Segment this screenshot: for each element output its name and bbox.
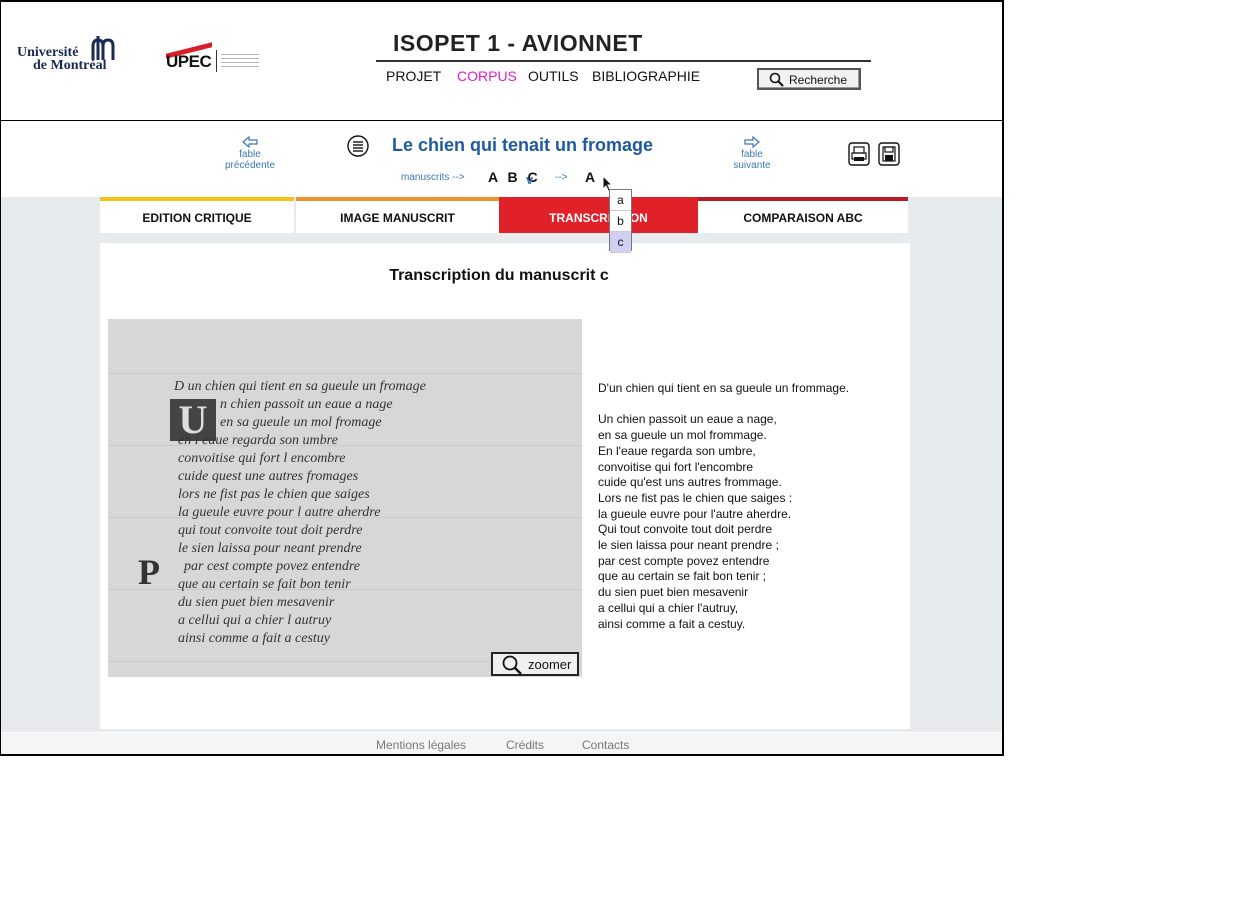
transcript-line: le sien laissa pour neant prendre ; bbox=[598, 538, 779, 553]
manuscript-line: ainsi comme a fait a cestuy bbox=[178, 631, 331, 646]
next-fable-link[interactable]: fable suivante bbox=[723, 136, 781, 171]
upec-logo-subtext bbox=[221, 54, 259, 70]
search-icon bbox=[769, 72, 784, 87]
dropdown-option-b[interactable]: b bbox=[610, 211, 631, 232]
manuscript-line: la gueule euvre pour l autre aherdre bbox=[178, 505, 381, 520]
transcript-line: ainsi comme a fait a cestuy. bbox=[598, 616, 746, 631]
upec-logo[interactable]: UPEC bbox=[166, 40, 261, 76]
site-title: ISOPET 1 - AVIONNET bbox=[393, 30, 643, 56]
footer-contacts[interactable]: Contacts bbox=[582, 738, 629, 752]
nav-bibliographie[interactable]: BIBLIOGRAPHIE bbox=[592, 68, 700, 84]
manuscript-line: D un chien qui tient en sa gueule un fro… bbox=[174, 379, 426, 394]
transcript-line: la gueule euvre pour l'autre aherdre. bbox=[598, 506, 792, 521]
tab-edition-critique[interactable]: EDITION CRITIQUE bbox=[100, 197, 294, 233]
footer-mentions-legales[interactable]: Mentions légales bbox=[376, 738, 466, 752]
save-icon[interactable] bbox=[878, 142, 900, 166]
previous-fable-link[interactable]: fable précédente bbox=[215, 136, 285, 171]
transcript-line: en sa gueule un mol frommage. bbox=[598, 428, 767, 443]
transcription-panel: Transcription du manuscrit c U P D un ch… bbox=[100, 243, 910, 729]
print-icon[interactable] bbox=[848, 142, 870, 166]
manuscript-chevron[interactable]: v bbox=[526, 172, 533, 187]
manuscript-arrow: --> bbox=[555, 172, 568, 183]
manuscript-line: que au certain se fait bon tenir bbox=[178, 577, 351, 592]
transcript-line: Lors ne fist pas le chien que saiges : bbox=[598, 490, 793, 505]
upec-logo-text: UPEC bbox=[166, 52, 212, 71]
transcript-line: a cellui qui a chier l'autruy, bbox=[598, 600, 739, 615]
manuscript-dropdown: a b c bbox=[609, 189, 632, 253]
manuscript-line: par cest compte povez entendre bbox=[184, 559, 360, 574]
manuscript-line: n chien passoit un eaue a nage bbox=[220, 397, 393, 412]
manuscript-image[interactable]: U P D un chien qui tient en sa gueule un… bbox=[108, 319, 582, 677]
tab-comparaison-abc[interactable]: COMPARAISON ABC bbox=[698, 197, 908, 233]
illuminated-initial-p: P bbox=[138, 552, 160, 592]
title-rule bbox=[376, 60, 871, 62]
transcript-line: cuide qu'est uns autres frommage. bbox=[598, 475, 782, 490]
manuscripts-label: manuscrits --> bbox=[401, 172, 465, 183]
manuscript-line: lors ne fist pas le chien que saiges bbox=[178, 487, 370, 502]
site-footer: Mentions légales Crédits Contacts bbox=[1, 733, 1002, 754]
zoom-button-label: zoomer bbox=[528, 657, 572, 672]
arrow-right-icon bbox=[744, 136, 760, 148]
image-ruling bbox=[108, 373, 582, 374]
panel-title: Transcription du manuscrit c bbox=[389, 267, 609, 284]
manuscript-line: en l eaue regarda son umbre bbox=[178, 433, 338, 448]
previous-fable-label: fable précédente bbox=[224, 149, 276, 171]
manuscript-line: le sien laissa pour neant prendre bbox=[178, 541, 362, 556]
nav-corpus[interactable]: CORPUS bbox=[457, 68, 517, 84]
fable-title: Le chien qui tenait un fromage bbox=[392, 135, 654, 155]
upec-logo-separator bbox=[216, 50, 217, 72]
manuscript-line: qui tout convoite tout doit perdre bbox=[178, 523, 363, 538]
site-header: Université de Montréal UPEC ISOPET 1 - A… bbox=[1, 2, 1002, 121]
next-fable-label: fable suivante bbox=[733, 149, 771, 171]
tab-image-manuscrit[interactable]: IMAGE MANUSCRIT bbox=[296, 197, 499, 233]
udem-logo-line2: de Montréal bbox=[33, 58, 107, 73]
transcript-heading: D'un chien qui tient en sa gueule un fro… bbox=[598, 381, 850, 395]
manuscript-selector[interactable]: A bbox=[585, 169, 595, 185]
nav-projet[interactable]: PROJET bbox=[386, 68, 441, 84]
transcript-line: En l'eaue regarda son umbre, bbox=[598, 443, 756, 458]
manuscript-line: du sien puet bien mesavenir bbox=[178, 595, 335, 610]
manuscript-line: convoitise qui fort l encombre bbox=[178, 451, 346, 466]
search-button[interactable]: Recherche bbox=[757, 68, 861, 90]
udem-logo[interactable]: Université de Montréal bbox=[17, 36, 117, 76]
search-button-label: Recherche bbox=[789, 73, 848, 87]
arrow-left-icon bbox=[242, 136, 258, 148]
transcript-line: du sien puet bien mesavenir bbox=[598, 585, 749, 600]
dropdown-option-c[interactable]: c bbox=[610, 232, 631, 253]
manuscript-line: en sa gueule un mol fromage bbox=[220, 415, 382, 430]
transcript-line: par cest compte povez entendre bbox=[598, 553, 770, 568]
tab-transcription[interactable]: TRANSCRIPTION bbox=[499, 197, 698, 233]
nav-outils[interactable]: OUTILS bbox=[528, 68, 579, 84]
page-frame: Université de Montréal UPEC ISOPET 1 - A… bbox=[0, 0, 1004, 756]
transcript-line: Qui tout convoite tout doit perdre bbox=[598, 522, 773, 537]
zoom-button[interactable]: zoomer bbox=[491, 652, 579, 676]
manuscript-line: cuide quest une autres fromages bbox=[178, 469, 359, 484]
magnifier-icon bbox=[502, 655, 522, 675]
footer-credits[interactable]: Crédits bbox=[506, 738, 544, 752]
transcript-text: D'un chien qui tient en sa gueule un fro… bbox=[598, 381, 849, 632]
udem-emblem-icon bbox=[91, 36, 115, 60]
dropdown-option-a[interactable]: a bbox=[610, 190, 631, 211]
transcript-line: convoitise qui fort l'encombre bbox=[598, 459, 754, 474]
transcript-line: Un chien passoit un eaue a nage, bbox=[598, 412, 777, 427]
transcript-line: que au certain se fait bon tenir ; bbox=[598, 569, 767, 584]
view-tabs: EDITION CRITIQUE IMAGE MANUSCRIT TRANSCR… bbox=[100, 197, 908, 233]
fable-list-icon[interactable] bbox=[347, 135, 369, 157]
manuscript-line: a cellui qui a chier l autruy bbox=[178, 613, 332, 628]
transcript-gap bbox=[598, 397, 849, 413]
